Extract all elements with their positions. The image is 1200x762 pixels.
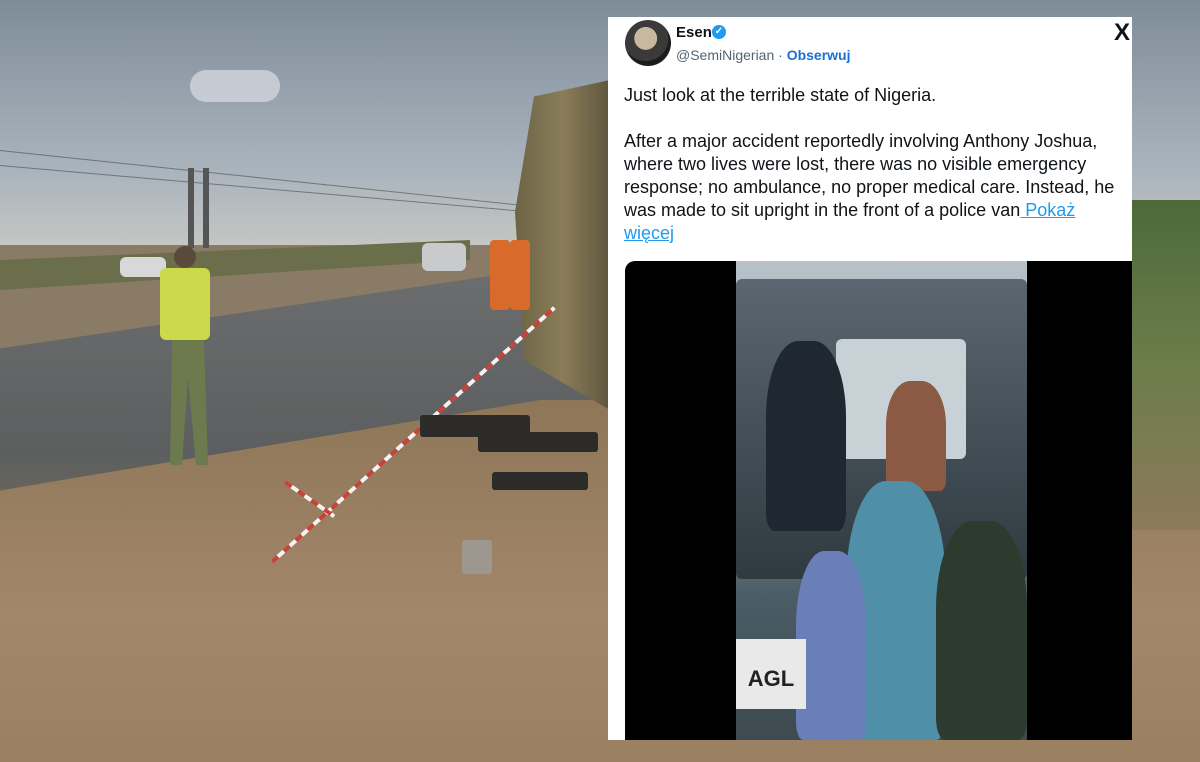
tweet-text: Just look at the terrible state of Niger… [624, 84, 1124, 268]
utility-pole [188, 168, 194, 248]
officer-head [174, 246, 196, 268]
verified-badge-icon: ✓ [712, 25, 726, 39]
tweet-paragraph: Just look at the terrible state of Niger… [624, 85, 937, 105]
officer-legs [170, 340, 208, 465]
tweet-video[interactable]: AGL [625, 261, 1132, 740]
video-overlay-logo: AGL [736, 639, 806, 709]
debris [462, 540, 492, 574]
x-logo-icon[interactable]: X [1114, 21, 1130, 45]
safety-worker [490, 240, 510, 310]
follow-button[interactable]: Obserwuj [787, 47, 851, 63]
officer-vest [160, 268, 210, 340]
roadside-vegetation [1132, 200, 1200, 530]
debris [478, 432, 598, 452]
cloud [190, 70, 280, 102]
person-crowd [936, 521, 1027, 740]
safety-worker [510, 240, 530, 310]
avatar[interactable] [625, 20, 671, 66]
road-safety-officer [158, 246, 220, 480]
author-name[interactable]: Esen [676, 24, 712, 41]
suv [422, 243, 466, 271]
debris [492, 472, 588, 490]
person-crowd [796, 551, 866, 740]
handle-row: @SemiNigerian · Obserwuj [676, 47, 851, 63]
roadside-grass [0, 240, 470, 290]
separator: · [778, 47, 783, 63]
tweet-paragraph: After a major accident reportedly involv… [624, 130, 1124, 245]
utility-pole [203, 168, 209, 248]
person-seated [886, 381, 946, 491]
tweet-card: Esen ✓ @SemiNigerian · Obserwuj X Just l… [608, 17, 1132, 740]
author-handle[interactable]: @SemiNigerian [676, 47, 774, 63]
video-frame[interactable]: AGL [736, 261, 1027, 740]
person-suit [766, 341, 846, 531]
